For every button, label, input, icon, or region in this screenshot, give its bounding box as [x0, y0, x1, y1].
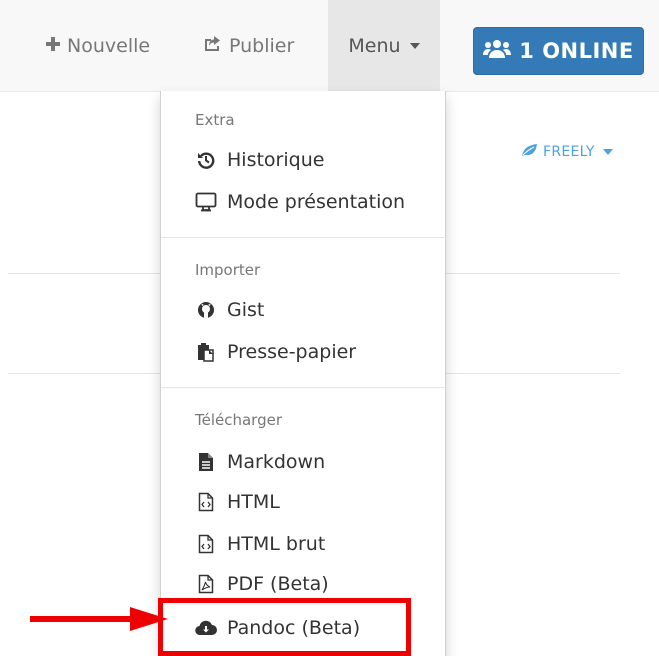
history-menu-item[interactable]: Historique: [195, 145, 324, 175]
html-label: HTML: [227, 491, 280, 513]
presentation-mode-label: Mode présentation: [227, 191, 406, 213]
highlight-box: [158, 598, 411, 656]
caret-down-icon: [409, 43, 420, 49]
markdown-menu-item[interactable]: Markdown: [195, 447, 325, 477]
markdown-label: Markdown: [227, 451, 326, 473]
menu-label: Menu: [348, 35, 401, 57]
paste-icon: [195, 341, 217, 363]
online-users-button[interactable]: 1 ONLINE: [473, 27, 644, 75]
html-menu-item[interactable]: HTML: [195, 487, 280, 517]
file-code-icon: [195, 533, 217, 555]
download-section-header: Télécharger: [195, 411, 283, 429]
new-note-label: Nouvelle: [67, 35, 151, 57]
menu-divider: [161, 387, 447, 388]
share-icon: [203, 35, 223, 58]
plus-icon: [45, 35, 61, 57]
extra-section-header: Extra: [195, 111, 235, 129]
file-pdf-icon: [195, 573, 217, 595]
gist-label: Gist: [227, 299, 265, 321]
history-icon: [195, 149, 217, 171]
leaf-icon: [520, 143, 538, 161]
online-count-label: 1 ONLINE: [519, 39, 634, 63]
menu-dropdown: Extra Historique Mode présentation Impor…: [160, 91, 447, 656]
file-text-icon: [195, 451, 217, 473]
gist-menu-item[interactable]: Gist: [195, 295, 264, 325]
permission-dropdown[interactable]: FREELY: [520, 143, 613, 161]
raw-html-label: HTML brut: [227, 533, 326, 555]
editor-screen: Nouvelle Publier Menu 1 ONLINE FREELY Ex…: [0, 0, 659, 656]
import-section-header: Importer: [195, 261, 261, 279]
menu-divider: [161, 237, 447, 238]
clipboard-label: Presse-papier: [227, 341, 357, 363]
presentation-mode-menu-item[interactable]: Mode présentation: [195, 187, 405, 217]
menu-dropdown-toggle[interactable]: Menu: [328, 0, 440, 92]
publish-button[interactable]: Publier: [203, 0, 294, 92]
file-code-icon: [195, 491, 217, 513]
publish-label: Publier: [229, 35, 295, 57]
raw-html-menu-item[interactable]: HTML brut: [195, 529, 325, 559]
red-arrow-icon: [30, 607, 168, 631]
github-icon: [195, 299, 217, 321]
desktop-icon: [195, 191, 217, 213]
clipboard-menu-item[interactable]: Presse-papier: [195, 337, 356, 367]
pdf-label: PDF (Beta): [227, 573, 329, 595]
users-icon: [483, 39, 512, 64]
permission-label: FREELY: [543, 144, 595, 160]
new-note-button[interactable]: Nouvelle: [45, 0, 150, 92]
caret-down-icon: [602, 149, 613, 155]
pdf-menu-item[interactable]: PDF (Beta): [195, 569, 329, 599]
top-navbar: Nouvelle Publier Menu 1 ONLINE: [0, 0, 659, 92]
history-label: Historique: [227, 149, 325, 171]
